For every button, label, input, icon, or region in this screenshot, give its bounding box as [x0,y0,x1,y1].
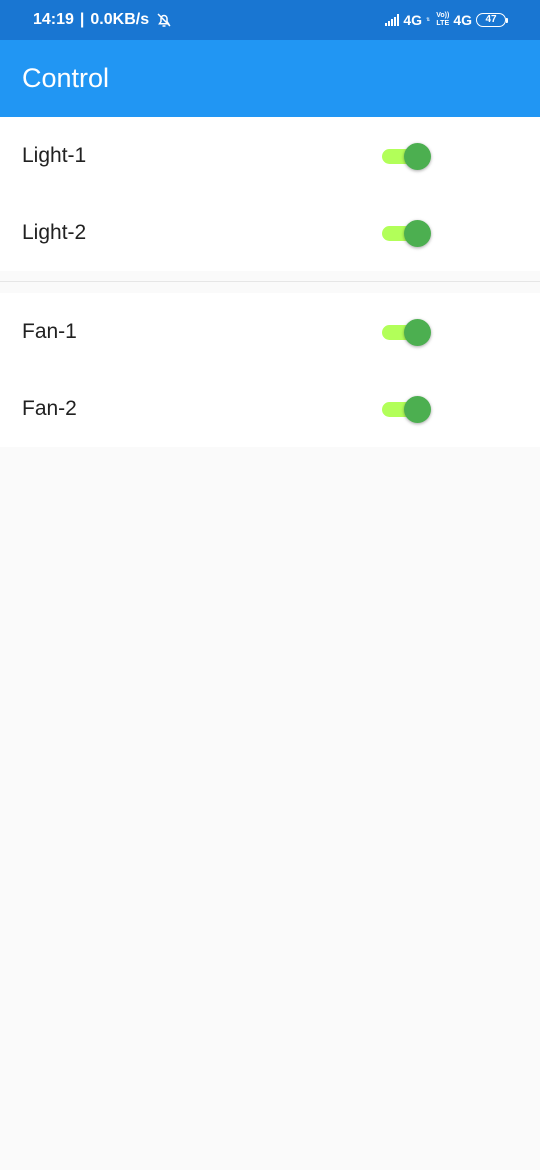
list-item-light-1[interactable]: Light-1 [0,117,540,194]
switch-thumb[interactable] [404,142,431,170]
status-bar: 14:19 | 0.0KB/s 4G ⇅ Vo)) LTE 4G 47 [0,0,540,40]
page-title: Control [22,63,110,93]
list-item-label: Light-1 [22,143,87,167]
network-type-1: 4G [403,12,423,28]
bell-off-icon [157,13,171,27]
list-item-fan-2[interactable]: Fan-2 [0,370,540,447]
data-arrows-icon: ⇅ [426,17,431,23]
status-right: 4G ⇅ Vo)) LTE 4G 47 [385,12,508,28]
network-speed: 0.0KB/s [90,11,150,28]
volte-bottom: LTE [436,20,450,27]
list-item-label: Fan-2 [22,396,77,420]
status-separator: | [79,11,85,28]
list-item-label: Light-2 [22,220,87,244]
switch-thumb[interactable] [404,395,431,423]
status-time: 14:19 [33,11,74,28]
settings-group-lights: Light-1 Light-2 [0,117,540,271]
network-type-2: 4G [453,12,472,28]
switch-thumb[interactable] [404,318,431,346]
status-left: 14:19 | 0.0KB/s [33,11,173,29]
volte-icon: Vo)) LTE [436,12,449,28]
light-1-switch[interactable] [381,142,433,170]
section-divider [0,281,540,282]
list-item-light-2[interactable]: Light-2 [0,194,540,271]
settings-group-fans: Fan-1 Fan-2 [0,293,540,447]
list-item-fan-1[interactable]: Fan-1 [0,293,540,370]
app-bar: Control [0,40,540,117]
signal-strength-icon [385,14,400,26]
switch-thumb[interactable] [404,219,431,247]
light-2-switch[interactable] [381,219,433,247]
volte-top: Vo)) [436,12,450,19]
battery-level: 47 [476,13,506,27]
fan-2-switch[interactable] [381,395,433,423]
fan-1-switch[interactable] [381,318,433,346]
battery-icon: 47 [476,13,508,27]
battery-cap [506,17,508,23]
list-item-label: Fan-1 [22,319,77,343]
